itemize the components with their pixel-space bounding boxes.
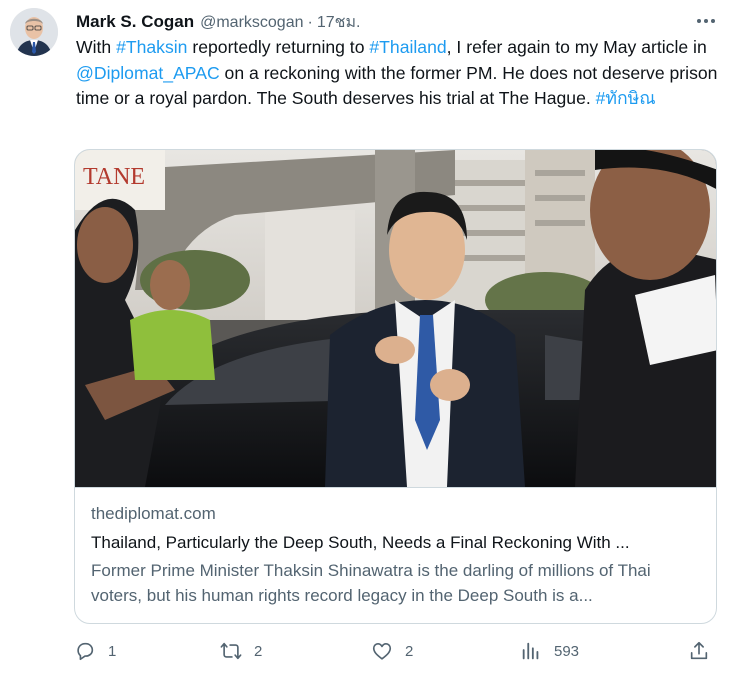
retweet-icon bbox=[220, 642, 242, 660]
tweet-header: Mark S. Cogan @markscogan · 17ชม. bbox=[76, 10, 360, 35]
card-domain: thediplomat.com bbox=[91, 504, 216, 523]
card-description: Former Prime Minister Thaksin Shinawatra… bbox=[91, 561, 651, 605]
reply-icon bbox=[77, 642, 94, 661]
hashtag-thailand-link[interactable]: #Thailand bbox=[369, 37, 446, 57]
text-segment: reportedly returning to bbox=[187, 37, 370, 57]
link-card[interactable]: TANE thediplomat.com Thailand, Particula… bbox=[74, 149, 717, 624]
more-icon[interactable] bbox=[692, 10, 720, 32]
like-icon bbox=[372, 643, 392, 660]
retweet-button[interactable]: 2 bbox=[220, 636, 262, 666]
card-image[interactable]: TANE bbox=[75, 150, 716, 487]
text-segment: With bbox=[76, 37, 117, 57]
author-handle[interactable]: @markscogan bbox=[200, 14, 303, 32]
retweet-count: 2 bbox=[254, 642, 263, 660]
avatar[interactable] bbox=[10, 8, 58, 56]
author-name[interactable]: Mark S. Cogan bbox=[76, 12, 194, 32]
reply-count: 1 bbox=[108, 642, 117, 660]
timestamp[interactable]: 17ชม. bbox=[317, 10, 361, 35]
hashtag-thai-link[interactable]: #ทักษิณ bbox=[596, 88, 656, 108]
hashtag-thaksin-link[interactable]: #Thaksin bbox=[116, 37, 187, 57]
card-meta[interactable]: thediplomat.com Thailand, Particularly t… bbox=[75, 487, 716, 623]
card-title: Thailand, Particularly the Deep South, N… bbox=[91, 533, 630, 552]
share-button[interactable] bbox=[688, 636, 710, 666]
separator-dot: · bbox=[307, 14, 313, 31]
share-icon bbox=[690, 641, 708, 660]
card-image-sign-text: TANE bbox=[83, 164, 145, 190]
views-button[interactable]: 593 bbox=[520, 636, 579, 666]
like-button[interactable]: 2 bbox=[371, 636, 413, 666]
text-segment: , I refer again to my May article in bbox=[446, 37, 707, 57]
views-count: 593 bbox=[554, 642, 580, 660]
tweet-text: With #Thaksin reportedly returning to #T… bbox=[76, 35, 724, 112]
reply-button[interactable]: 1 bbox=[74, 636, 116, 666]
views-icon bbox=[522, 642, 539, 660]
tweet-actions: 1 2 2 593 bbox=[74, 636, 724, 666]
mention-diplomat-link[interactable]: @Diplomat_APAC bbox=[76, 63, 220, 83]
tweet[interactable]: Mark S. Cogan @markscogan · 17ชม. With #… bbox=[0, 0, 744, 681]
like-count: 2 bbox=[405, 642, 414, 660]
